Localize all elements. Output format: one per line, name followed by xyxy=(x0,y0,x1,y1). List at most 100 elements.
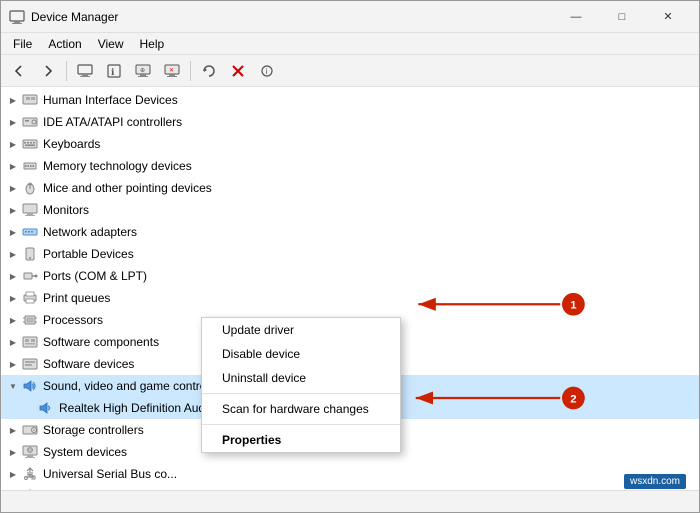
tree-item-usb1[interactable]: Universal Serial Bus co... xyxy=(1,463,699,485)
tree-item-memory[interactable]: Memory technology devices xyxy=(1,155,699,177)
svg-text:⊕: ⊕ xyxy=(140,68,145,74)
svg-text:ℹ: ℹ xyxy=(111,67,115,77)
tree-arrow-usb2[interactable] xyxy=(5,488,21,490)
tree-arrow-portable[interactable] xyxy=(5,246,21,262)
tree-arrow-print[interactable] xyxy=(5,290,21,306)
device-manager-window: Device Manager — □ ✕ File Action View He… xyxy=(0,0,700,513)
context-menu: Update driver Disable device Uninstall d… xyxy=(201,317,401,453)
tree-label-usb1: Universal Serial Bus co... xyxy=(43,467,177,481)
info-button[interactable]: ℹ xyxy=(100,58,128,84)
monitors-icon xyxy=(21,202,39,218)
tree-arrow-hid[interactable] xyxy=(5,92,21,108)
tree-arrow-usb1[interactable] xyxy=(5,466,21,482)
tree-arrow-memory[interactable] xyxy=(5,158,21,174)
context-menu-scan[interactable]: Scan for hardware changes xyxy=(202,397,400,421)
menu-action[interactable]: Action xyxy=(40,35,89,53)
monitor2-button[interactable]: ✕ xyxy=(158,58,186,84)
tree-arrow-processors[interactable] xyxy=(5,312,21,328)
forward-button[interactable] xyxy=(34,58,62,84)
tree-arrow-keyboards[interactable] xyxy=(5,136,21,152)
refresh-button[interactable] xyxy=(195,58,223,84)
memory-icon xyxy=(21,158,39,174)
cancel-button[interactable] xyxy=(224,58,252,84)
usb1-icon xyxy=(21,466,39,482)
tree-arrow-storage[interactable] xyxy=(5,422,21,438)
tree-arrow-ports[interactable] xyxy=(5,268,21,284)
tree-item-ide[interactable]: IDE ATA/ATAPI controllers xyxy=(1,111,699,133)
network-icon xyxy=(21,224,39,240)
tree-arrow-sound[interactable] xyxy=(5,378,21,394)
sw-devices-icon xyxy=(21,356,39,372)
tree-label-network: Network adapters xyxy=(43,225,137,239)
toolbar-separator-2 xyxy=(190,61,191,81)
content-area: Human Interface Devices IDE ATA/ATAPI co… xyxy=(1,87,699,490)
context-menu-separator-2 xyxy=(202,424,400,425)
tree-arrow-mice[interactable] xyxy=(5,180,21,196)
title-bar: Device Manager — □ ✕ xyxy=(1,1,699,33)
maximize-button[interactable]: □ xyxy=(599,1,645,33)
tree-label-keyboards: Keyboards xyxy=(43,137,100,151)
tree-arrow-sw-components[interactable] xyxy=(5,334,21,350)
sound-icon xyxy=(21,378,39,394)
tree-label-sw-devices: Software devices xyxy=(43,357,134,371)
tree-arrow-network[interactable] xyxy=(5,224,21,240)
computer-icon-btn[interactable] xyxy=(71,58,99,84)
menu-view[interactable]: View xyxy=(90,35,132,53)
app-icon xyxy=(9,9,25,25)
processors-icon xyxy=(21,312,39,328)
tree-label-portable: Portable Devices xyxy=(43,247,134,261)
mice-icon xyxy=(21,180,39,196)
menu-file[interactable]: File xyxy=(5,35,40,53)
tree-item-monitors[interactable]: Monitors xyxy=(1,199,699,221)
storage-icon xyxy=(21,422,39,438)
tree-arrow-system[interactable] xyxy=(5,444,21,460)
tree-label-print: Print queues xyxy=(43,291,110,305)
context-menu-separator xyxy=(202,393,400,394)
watermark-badge: wsxdn.com xyxy=(624,474,686,489)
tree-item-print[interactable]: Print queues xyxy=(1,287,699,309)
tree-item-portable[interactable]: Portable Devices xyxy=(1,243,699,265)
tree-arrow-monitors[interactable] xyxy=(5,202,21,218)
tree-label-monitors: Monitors xyxy=(43,203,89,217)
window-title: Device Manager xyxy=(31,10,553,24)
tree-label-hid: Human Interface Devices xyxy=(43,93,178,107)
tree-arrow-ide[interactable] xyxy=(5,114,21,130)
close-button[interactable]: ✕ xyxy=(645,1,691,33)
keyboards-icon xyxy=(21,136,39,152)
sw-components-icon xyxy=(21,334,39,350)
hid-icon xyxy=(21,92,39,108)
tree-item-usb2[interactable]: Universal Serial Bus d... xyxy=(1,485,699,490)
tree-item-hid[interactable]: Human Interface Devices xyxy=(1,89,699,111)
minimize-button[interactable]: — xyxy=(553,1,599,33)
back-button[interactable] xyxy=(5,58,33,84)
tree-label-ports: Ports (COM & LPT) xyxy=(43,269,147,283)
tree-item-keyboards[interactable]: Keyboards xyxy=(1,133,699,155)
tree-label-ide: IDE ATA/ATAPI controllers xyxy=(43,115,182,129)
tree-label-memory: Memory technology devices xyxy=(43,159,192,173)
svg-text:✕: ✕ xyxy=(169,68,174,74)
tree-item-ports[interactable]: Ports (COM & LPT) xyxy=(1,265,699,287)
tree-item-mice[interactable]: Mice and other pointing devices xyxy=(1,177,699,199)
tree-label-sw-components: Software components xyxy=(43,335,159,349)
menu-help[interactable]: Help xyxy=(132,35,173,53)
tree-label-system: System devices xyxy=(43,445,127,459)
tree-label-processors: Processors xyxy=(43,313,103,327)
portable-icon xyxy=(21,246,39,262)
ide-icon xyxy=(21,114,39,130)
toolbar: ℹ ⊕ ✕ xyxy=(1,55,699,87)
tree-label-usb2: Universal Serial Bus d... xyxy=(43,489,171,490)
context-menu-disable[interactable]: Disable device xyxy=(202,342,400,366)
usb2-icon xyxy=(21,488,39,490)
monitor-button[interactable]: ⊕ xyxy=(129,58,157,84)
status-bar xyxy=(1,490,699,512)
window-controls: — □ ✕ xyxy=(553,1,691,33)
context-menu-update[interactable]: Update driver xyxy=(202,318,400,342)
tree-arrow-sw-devices[interactable] xyxy=(5,356,21,372)
tree-item-network[interactable]: Network adapters xyxy=(1,221,699,243)
svg-text:i: i xyxy=(266,67,268,76)
properties-toolbar-button[interactable]: i xyxy=(253,58,281,84)
tree-label-storage: Storage controllers xyxy=(43,423,144,437)
context-menu-properties[interactable]: Properties xyxy=(202,428,400,452)
realtek-icon xyxy=(37,400,55,416)
context-menu-uninstall[interactable]: Uninstall device xyxy=(202,366,400,390)
